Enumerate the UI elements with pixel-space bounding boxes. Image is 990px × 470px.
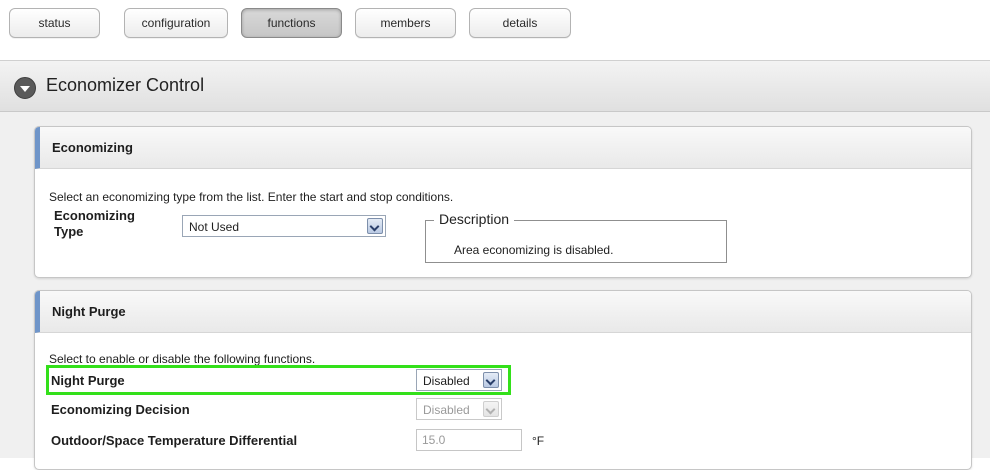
night-purge-panel-header: Night Purge: [35, 291, 971, 333]
night-purge-label: Night Purge: [51, 373, 125, 388]
content-area: Economizing Select an economizing type f…: [0, 112, 990, 470]
description-text: Area economizing is disabled.: [454, 243, 614, 257]
tab-members[interactable]: members: [355, 8, 456, 38]
economizing-heading: Economizing: [52, 140, 133, 155]
chevron-down-icon: [483, 401, 499, 417]
chevron-down-icon[interactable]: [367, 218, 383, 234]
tab-bar: status configuration functions members d…: [0, 0, 990, 50]
collapse-icon[interactable]: [14, 77, 36, 99]
tab-details[interactable]: details: [469, 8, 571, 38]
temperature-differential-input[interactable]: [416, 429, 522, 451]
economizing-instruction: Select an economizing type from the list…: [49, 190, 454, 204]
description-legend: Description: [434, 211, 515, 227]
section-header: Economizer Control: [0, 60, 990, 112]
section-title: Economizer Control: [46, 75, 205, 95]
tab-functions[interactable]: functions: [241, 8, 342, 38]
economizing-panel: Economizing Select an economizing type f…: [34, 126, 972, 278]
night-purge-heading: Night Purge: [52, 304, 126, 319]
night-purge-instruction: Select to enable or disable the followin…: [49, 352, 316, 366]
economizing-type-value: Not Used: [189, 220, 240, 234]
economizing-type-label: Economizing Type: [54, 208, 135, 239]
description-box: Description Area economizing is disabled…: [425, 211, 727, 263]
economizing-type-select[interactable]: Not Used: [182, 215, 386, 237]
economizing-decision-label: Economizing Decision: [51, 402, 190, 417]
tab-status[interactable]: status: [9, 8, 100, 38]
temperature-unit: °F: [532, 434, 545, 448]
temperature-differential-label: Outdoor/Space Temperature Differential: [51, 433, 298, 448]
tab-configuration[interactable]: configuration: [124, 8, 228, 38]
economizing-panel-header: Economizing: [35, 127, 971, 169]
night-purge-value: Disabled: [423, 374, 470, 388]
economizing-decision-select: Disabled: [416, 398, 502, 420]
night-purge-panel: Night Purge Select to enable or disable …: [34, 290, 972, 470]
chevron-down-icon[interactable]: [483, 372, 499, 388]
economizing-decision-value: Disabled: [423, 403, 470, 417]
night-purge-select[interactable]: Disabled: [416, 369, 502, 391]
